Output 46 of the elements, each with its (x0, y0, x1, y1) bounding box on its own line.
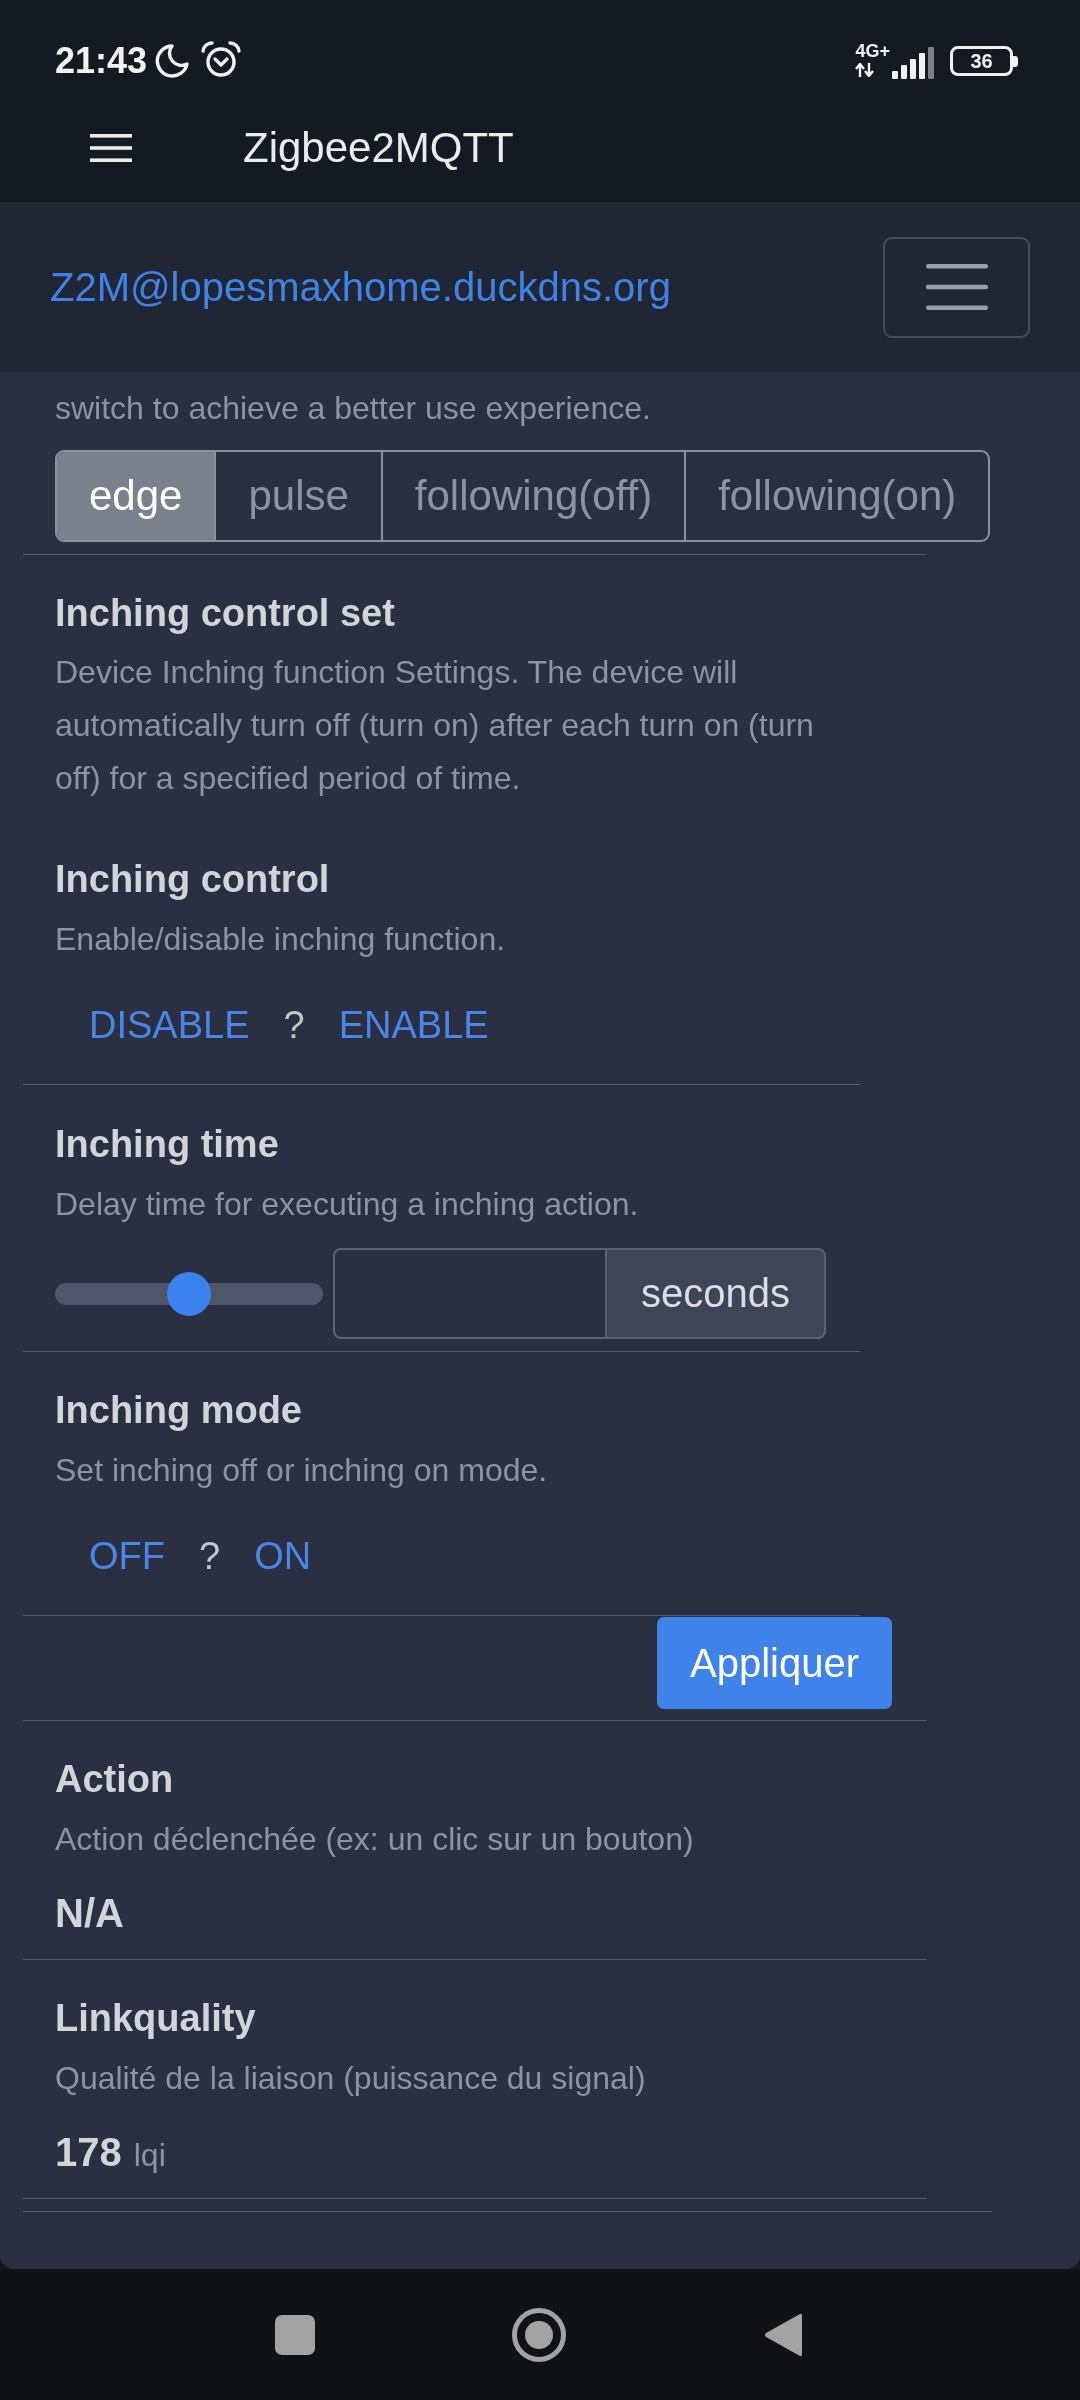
feature-description: Delay time for executing a inching action. (55, 1185, 640, 1224)
signal-bars-icon (892, 47, 936, 79)
battery-indicator: 36 (950, 46, 1018, 76)
data-arrows-icon (855, 62, 876, 77)
slider-thumb[interactable] (167, 1271, 211, 1316)
feature-description: Device Inching function Settings. The device will automatically turn off (turn on) after each turn on (turn off) for a specified period of time. (55, 653, 815, 798)
feature-title: Linkquality (55, 1996, 257, 2041)
mode-button[interactable]: following(off) (380, 452, 685, 540)
mode-button[interactable]: pulse (214, 452, 381, 540)
status-time: 21:43 (55, 43, 148, 79)
reading-value: 178 (55, 2129, 122, 2176)
reading-value: N/A (55, 1890, 124, 1937)
feature-title: Inching control (55, 857, 331, 902)
brand-link[interactable]: Z2M@lopesmaxhome.duckdns.org (50, 264, 671, 310)
menu-icon (925, 264, 988, 310)
feature-title: Action (55, 1757, 175, 1802)
mode-button[interactable]: following(on) (684, 452, 989, 540)
feature-description: Action déclenchée (ex: un clic sur un bouton) (55, 1820, 695, 1859)
off-button[interactable]: OFF (72, 1524, 182, 1588)
slider-track[interactable] (55, 1271, 323, 1316)
feature-description: Enable/disable inching function. (55, 920, 507, 959)
mode-button[interactable]: edge (57, 452, 215, 540)
off-button[interactable]: DISABLE (72, 993, 267, 1057)
apply-button[interactable]: Appliquer (657, 1617, 892, 1709)
home-icon[interactable] (512, 2307, 566, 2362)
alarm-clock-icon (201, 41, 242, 78)
feature-description: Set inching off or inching on mode. (55, 1451, 549, 1490)
menu-icon[interactable] (90, 134, 132, 162)
feature-title: Inching control set (55, 591, 396, 636)
time-input-field[interactable] (333, 1248, 607, 1339)
app-title: Zigbee2MQTT (243, 123, 514, 173)
state-value: ? (283, 1003, 305, 1047)
reading-unit: lqi (133, 2136, 166, 2175)
feature-title: Inching time (55, 1122, 280, 1167)
on-button[interactable]: ON (237, 1524, 329, 1588)
feature-title: Inching mode (55, 1388, 303, 1433)
feature-description: switch to achieve a better use experience. (55, 389, 652, 428)
feature-description: Qualité de la liaison (puissance du signal) (55, 2059, 647, 2098)
square-icon[interactable] (275, 2314, 315, 2355)
on-button[interactable]: ENABLE (321, 993, 506, 1057)
state-value: ? (199, 1534, 221, 1578)
menu-toggle-button[interactable] (883, 236, 1030, 338)
network-type-label: 4G+ (855, 41, 890, 60)
unit-label: seconds (607, 1248, 826, 1339)
moon-icon (155, 44, 190, 78)
back-icon[interactable] (764, 2311, 802, 2358)
